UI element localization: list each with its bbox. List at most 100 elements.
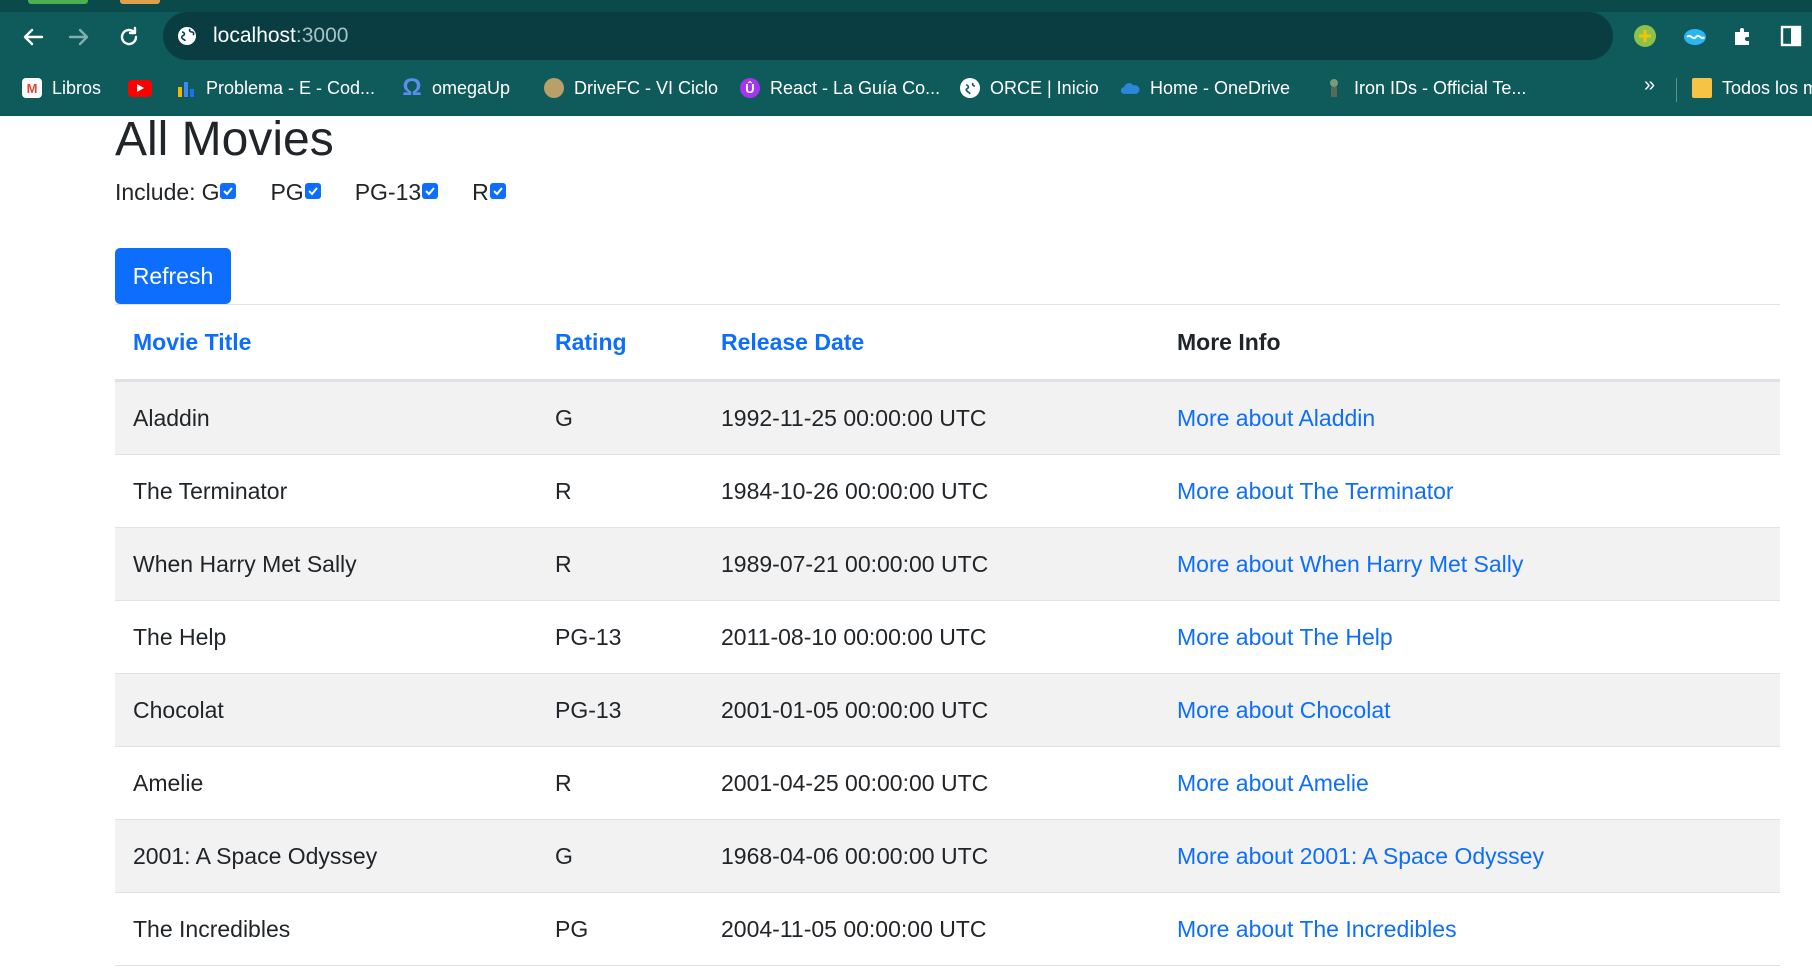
movie-title-cell: Amelie (115, 746, 537, 820)
column-header-more-info: More Info (1159, 305, 1780, 382)
url-host: localhost (213, 24, 296, 47)
filter-r[interactable]: R (472, 179, 506, 206)
movie-title-cell: Aladdin (115, 380, 537, 455)
movie-rating-cell: G (537, 819, 703, 893)
more-info-link[interactable]: More about Amelie (1177, 770, 1369, 796)
table-row: Chocolat PG-13 2001-01-05 00:00:00 UTC More… (115, 673, 1780, 747)
bookmark-label: Todos los m (1722, 77, 1812, 98)
bookmark-problema[interactable]: Problema - E - Cod... (176, 74, 375, 102)
movies-table: Movie Title Rating Release Date More Inf… (115, 305, 1780, 966)
movie-rating-cell: R (537, 746, 703, 820)
page-title: All Movies (115, 116, 334, 166)
reload-icon (120, 26, 138, 46)
column-header-release-date[interactable]: Release Date (703, 305, 1159, 382)
url-port: :3000 (295, 24, 349, 47)
arrow-left-icon (23, 28, 44, 46)
more-info-cell: More about Amelie (1159, 746, 1780, 820)
column-header-title[interactable]: Movie Title (115, 305, 537, 382)
page-content: All Movies Include: G PG PG-13 R Refresh… (0, 116, 1812, 980)
more-info-link[interactable]: More about The Terminator (1177, 478, 1454, 504)
tab-strip (0, 0, 1812, 12)
checkbox-checked-icon[interactable] (422, 182, 439, 199)
more-info-link[interactable]: More about Aladdin (1177, 405, 1375, 431)
more-info-cell: More about The Incredibles (1159, 892, 1780, 966)
filter-pg[interactable]: PG (270, 179, 321, 206)
movie-rating-cell: R (537, 454, 703, 528)
bookmark-label: React - La Guía Co... (770, 77, 941, 98)
address-bar[interactable]: localhost:3000 (163, 12, 1613, 60)
refresh-button[interactable]: Refresh (115, 248, 231, 304)
gmail-icon: M (22, 78, 42, 98)
table-row: 2001: A Space Odyssey G 1968-04-06 00:00:0… (115, 819, 1780, 893)
extension-plus-icon[interactable] (1630, 21, 1660, 51)
movie-release-date-cell: 2001-01-05 00:00:00 UTC (703, 673, 1159, 747)
arrow-right-icon (68, 28, 89, 46)
movie-rating-cell: R (537, 527, 703, 601)
filter-g[interactable]: G (202, 179, 237, 206)
bookmark-libros[interactable]: M Libros (22, 74, 101, 102)
movie-release-date-cell: 1989-07-21 00:00:00 UTC (703, 527, 1159, 601)
movie-title-cell: Chocolat (115, 673, 537, 747)
more-info-link[interactable]: More about The Help (1177, 624, 1393, 650)
bookmark-orce[interactable]: ORCE | Inicio (960, 74, 1099, 102)
bookmark-label: DriveFC - VI Ciclo (574, 77, 719, 98)
rating-filters: Include: G PG PG-13 R (115, 179, 540, 206)
filter-label: PG-13 (354, 179, 422, 205)
movie-rating-cell: G (537, 380, 703, 455)
more-info-cell: More about The Terminator (1159, 454, 1780, 528)
movie-rating-cell: PG (537, 892, 703, 966)
table-row: The Incredibles PG 2004-11-05 00:00:00 UTC… (115, 892, 1780, 966)
bookmark-onedrive[interactable]: Home - OneDrive (1120, 74, 1290, 102)
more-info-link[interactable]: More about 2001: A Space Odyssey (1177, 843, 1544, 869)
back-button[interactable] (16, 20, 50, 54)
tab-indicator[interactable] (28, 0, 88, 4)
forward-button[interactable] (62, 20, 96, 54)
movie-release-date-cell: 1968-04-06 00:00:00 UTC (703, 819, 1159, 893)
more-info-cell: More about Chocolat (1159, 673, 1780, 747)
checkbox-checked-icon[interactable] (489, 182, 506, 199)
tab-indicator[interactable] (120, 0, 160, 4)
figure-icon (1324, 78, 1344, 98)
more-info-cell: More about 2001: A Space Odyssey (1159, 819, 1780, 893)
bookmark-omegaup[interactable]: Ω omegaUp (402, 74, 510, 102)
table-row: Amelie R 2001-04-25 00:00:00 UTC More about… (115, 746, 1780, 820)
globe-icon (960, 78, 980, 98)
extension-cloud-icon[interactable] (1680, 21, 1710, 51)
extensions-puzzle-icon[interactable] (1728, 21, 1758, 51)
bookmarks-overflow-button[interactable]: » (1644, 74, 1655, 97)
bookmark-label: Home - OneDrive (1150, 77, 1291, 98)
bookmark-youtube[interactable] (128, 74, 152, 102)
column-header-rating[interactable]: Rating (537, 305, 703, 382)
more-info-cell: More about Aladdin (1159, 380, 1780, 455)
checkbox-checked-icon[interactable] (304, 182, 321, 199)
bookmark-drivefc[interactable]: DriveFC - VI Ciclo (544, 74, 718, 102)
bookmark-iron-ids[interactable]: Iron IDs - Official Te... (1324, 74, 1526, 102)
movie-release-date-cell: 2011-08-10 00:00:00 UTC (703, 600, 1159, 674)
bookmark-label: ORCE | Inicio (990, 77, 1099, 98)
more-info-cell: More about The Help (1159, 600, 1780, 674)
omega-icon: Ω (402, 74, 422, 101)
side-panel-icon[interactable] (1776, 21, 1806, 51)
checkbox-checked-icon[interactable] (220, 182, 237, 199)
more-info-link[interactable]: More about The Incredibles (1177, 916, 1457, 942)
more-info-cell: More about When Harry Met Sally (1159, 527, 1780, 601)
movie-release-date-cell: 2004-11-05 00:00:00 UTC (703, 892, 1159, 966)
reload-button[interactable] (112, 20, 146, 54)
bookmark-todos[interactable]: Todos los m (1692, 74, 1812, 102)
seal-icon (544, 78, 564, 98)
bookmark-react[interactable]: Û React - La Guía Co... (740, 74, 940, 102)
bookmark-label: Libros (52, 77, 102, 98)
more-info-link[interactable]: More about When Harry Met Sally (1177, 551, 1523, 577)
url-text[interactable]: localhost:3000 (213, 24, 348, 48)
more-info-link[interactable]: More about Chocolat (1177, 697, 1391, 723)
bookmark-label: omegaUp (432, 77, 511, 98)
filter-label: G (201, 179, 220, 205)
movie-title-cell: 2001: A Space Odyssey (115, 819, 537, 893)
globe-icon[interactable] (177, 26, 197, 46)
cloud-icon (1120, 78, 1140, 98)
filter-pg13[interactable]: PG-13 (354, 179, 439, 206)
table-row: Aladdin G 1992-11-25 00:00:00 UTC More abou… (115, 380, 1780, 455)
movie-title-cell: When Harry Met Sally (115, 527, 537, 601)
bookmark-label: Problema - E - Cod... (206, 77, 376, 98)
bookmarks-bar: M Libros Problema - E - Cod... Ω omegaUp… (0, 70, 1812, 104)
